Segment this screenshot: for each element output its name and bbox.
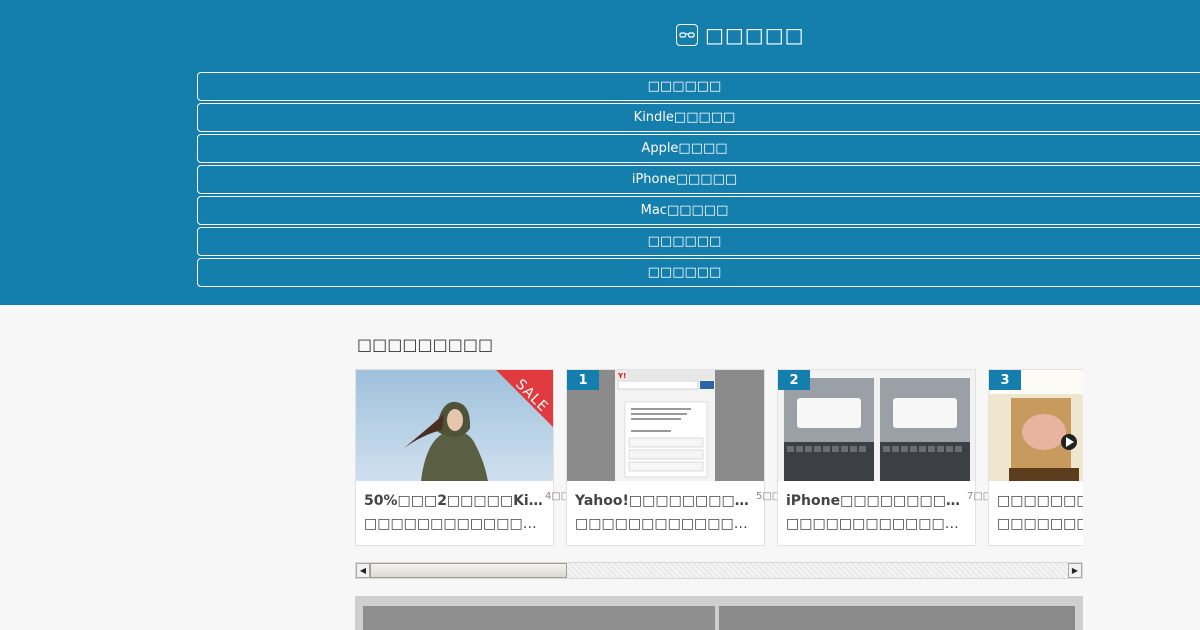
post-title: □□□□□□□□□□□□ □□□□□□□□□□□□	[997, 493, 1083, 532]
svg-text:Y!: Y!	[617, 372, 626, 380]
site-logo[interactable]: □□□□□	[676, 23, 804, 47]
nav-item-1[interactable]: □□□□□□	[197, 72, 1200, 101]
post-thumbnail: 2	[778, 370, 975, 481]
global-nav: □□□□□□ Kindle□□□□□ Apple□□□□ iPhone□□□□□…	[197, 72, 1200, 289]
post-title: Yahoo!□□□□□□□□□□□□□□□□□ □□□□□□□□□□□□□□□□…	[575, 493, 757, 532]
post-title: iPhone□□□□□□□□□□□□□□□□□ □□□□□□□□□□□□□□□□…	[786, 493, 968, 532]
site-header: □□□□□ □□□□□□ Kindle□□□□□ Apple□□□□ iPhon…	[0, 0, 1200, 305]
glasses-icon	[676, 24, 698, 46]
post-card[interactable]: Y! 1 Yahoo!□□□□□□□□□□□□□□□□□ □□□□□□□□□□□…	[566, 369, 781, 546]
nav-item-mac[interactable]: Mac□□□□□	[197, 196, 1200, 225]
post-card[interactable]: 2 iPhone□□□□□□□□□□□□□□□□□ □□□□□□□□□□□□□□…	[777, 369, 992, 546]
rank-badge: 3	[989, 370, 1021, 390]
post-title: 50%□□□2□□□□□Kindle5□ □□□□□□□□□□□□□□□□□□□…	[364, 493, 546, 532]
scrollbar-thumb[interactable]	[370, 563, 567, 578]
scroll-left-arrow-icon[interactable]: ◀	[356, 563, 370, 578]
featured-image[interactable]	[355, 596, 1083, 630]
carousel-scrollbar[interactable]: ◀ ▶	[355, 562, 1083, 579]
rank-badge: 2	[778, 370, 810, 390]
nav-item-iphone[interactable]: iPhone□□□□□	[197, 165, 1200, 194]
post-card[interactable]: SALE 50%□□□2□□□□□Kindle5□ □□□□□□□□□□□□□□…	[355, 369, 570, 546]
section-title: □□□□□□□□□	[357, 335, 494, 354]
popular-posts-carousel: SALE 50%□□□2□□□□□Kindle5□ □□□□□□□□□□□□□□…	[355, 369, 1083, 549]
post-thumbnail: SALE	[356, 370, 553, 481]
post-thumbnail: 3	[989, 370, 1083, 481]
post-card[interactable]: 3 □□□□□□□□□□□□ □□□□□□□□□□□□	[988, 369, 1083, 546]
scroll-right-arrow-icon[interactable]: ▶	[1068, 563, 1082, 578]
nav-item-apple[interactable]: Apple□□□□	[197, 134, 1200, 163]
post-thumbnail: Y! 1	[567, 370, 764, 481]
site-title: □□□□□	[705, 23, 805, 47]
nav-item-6[interactable]: □□□□□□	[197, 227, 1200, 256]
nav-item-kindle[interactable]: Kindle□□□□□	[197, 103, 1200, 132]
rank-badge: 1	[567, 370, 599, 390]
nav-item-7[interactable]: □□□□□□	[197, 258, 1200, 287]
